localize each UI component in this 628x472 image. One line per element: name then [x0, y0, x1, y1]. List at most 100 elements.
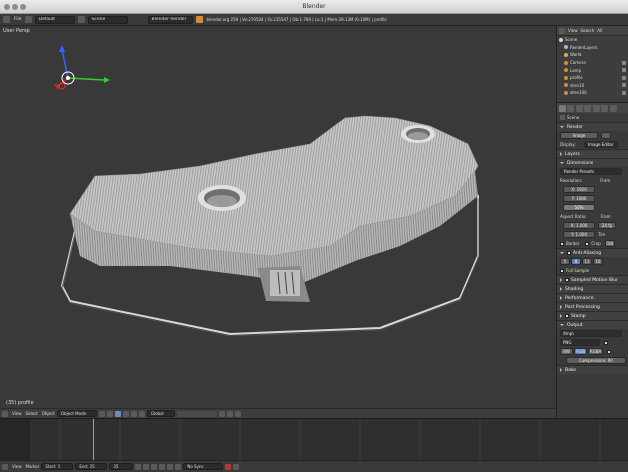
editor-type-icon[interactable] — [2, 410, 8, 417]
aa-samples-5[interactable]: 5 — [560, 258, 570, 265]
render-presets-selector[interactable]: Render Presets — [560, 168, 622, 175]
file-menu[interactable]: File — [14, 17, 22, 22]
render-preview-icon[interactable] — [234, 410, 241, 417]
lock-icon[interactable] — [218, 410, 225, 417]
shading-icon[interactable] — [98, 410, 105, 417]
timeline-view-menu[interactable]: View — [12, 464, 22, 469]
performance-panel-header[interactable]: Performance — [557, 293, 628, 302]
prev-keyframe-icon[interactable] — [143, 463, 150, 470]
select-menu[interactable]: Select — [26, 411, 38, 416]
anti-aliasing-panel-header[interactable]: Anti-Aliasing — [557, 248, 628, 257]
layout-selector[interactable]: Default — [34, 15, 75, 24]
resolution-y-field[interactable]: Y: 1080 — [563, 195, 595, 202]
outliner-item-camera[interactable]: Camera — [557, 59, 628, 67]
visibility-icon[interactable] — [622, 68, 626, 73]
scene-tab-icon[interactable] — [575, 104, 583, 112]
play-reverse-icon[interactable] — [151, 463, 158, 470]
fps-selector[interactable]: 24 fp — [598, 222, 616, 229]
timeline[interactable] — [0, 418, 628, 461]
outliner-item-scene[interactable]: Scene — [557, 36, 628, 44]
object-menu[interactable]: Object — [42, 411, 55, 416]
aa-samples-8[interactable]: 8 — [571, 258, 581, 265]
scene-selector[interactable]: Scene — [87, 15, 128, 24]
manipulator-icon[interactable] — [114, 410, 121, 417]
mode-selector[interactable]: Object Mode — [56, 410, 97, 417]
motion-blur-panel-header[interactable]: Sampled Motion Blur — [557, 275, 628, 284]
visibility-icon[interactable] — [622, 90, 626, 95]
aspect-y-field[interactable]: Y: 1.000 — [563, 231, 595, 238]
render-engine-selector[interactable]: Blender Render — [147, 15, 193, 24]
transform-gizmo[interactable] — [54, 45, 110, 90]
outliner-item-renderlayers[interactable]: RenderLayers — [557, 44, 628, 52]
outliner-item-world[interactable]: World — [557, 51, 628, 59]
pin-icon[interactable] — [560, 115, 565, 120]
layer-buttons-icon[interactable] — [176, 410, 217, 417]
full-sample-checkbox[interactable] — [560, 268, 564, 273]
bake-panel-header[interactable]: Bake — [557, 365, 628, 374]
placeholders-checkbox[interactable] — [607, 349, 611, 354]
file-format-selector[interactable]: PNG — [560, 339, 600, 346]
render-animation-button[interactable] — [601, 132, 611, 139]
orientation-selector[interactable]: Global — [146, 410, 175, 417]
view-menu[interactable]: View — [12, 411, 22, 416]
jump-start-icon[interactable] — [135, 463, 142, 470]
material-tab-icon[interactable] — [609, 104, 617, 112]
current-frame-field[interactable]: 35 — [109, 463, 134, 470]
outliner-item-lamp[interactable]: Lamp — [557, 66, 628, 74]
record-icon[interactable] — [225, 463, 232, 470]
motion-blur-checkbox[interactable] — [565, 278, 569, 282]
next-keyframe-icon[interactable] — [167, 463, 174, 470]
render-panel-header[interactable]: Render — [557, 122, 628, 131]
render-tab-icon[interactable] — [558, 104, 566, 112]
aa-samples-11[interactable]: 11 — [582, 258, 592, 265]
color-rgba-button[interactable]: RGBA — [588, 348, 603, 355]
timeline-editor-icon[interactable] — [2, 463, 8, 470]
layers-panel-header[interactable]: Layers — [557, 149, 628, 158]
world-tab-icon[interactable] — [584, 104, 591, 112]
jump-end-icon[interactable] — [175, 463, 182, 470]
stamp-panel-header[interactable]: Stamp — [557, 311, 628, 320]
output-panel-header[interactable]: Output — [557, 320, 628, 329]
resolution-percentage-field[interactable]: 50% — [563, 204, 595, 211]
snap-icon[interactable] — [226, 410, 233, 417]
crop-checkbox[interactable] — [585, 241, 590, 246]
shading-panel-header[interactable]: Shading — [557, 284, 628, 293]
pivot-icon[interactable] — [106, 410, 113, 417]
overwrite-checkbox[interactable] — [604, 340, 608, 345]
color-bw-button[interactable]: BW — [560, 348, 573, 355]
rotate-icon[interactable] — [130, 410, 137, 417]
border-checkbox[interactable] — [560, 241, 564, 246]
visibility-icon[interactable] — [622, 60, 626, 65]
outliner-view-menu[interactable]: View — [568, 28, 578, 33]
outliner-search-menu[interactable]: Search — [581, 28, 595, 33]
compression-field[interactable]: Compression: 90 — [566, 357, 626, 364]
render-image-button[interactable]: Image — [560, 132, 598, 139]
outliner-item-dren100[interactable]: dren100 — [557, 89, 628, 97]
output-path-field[interactable]: /tmp\ — [560, 330, 622, 337]
aspect-x-field[interactable]: X: 1.000 — [563, 222, 595, 229]
anti-aliasing-checkbox[interactable] — [567, 251, 571, 255]
layers-tab-icon[interactable] — [567, 104, 574, 112]
aa-samples-16[interactable]: 16 — [593, 258, 603, 265]
3d-viewport[interactable]: User Persp (35) profile — [0, 26, 556, 408]
object-tab-icon[interactable] — [592, 104, 600, 112]
start-frame-field[interactable]: Start: 1 — [41, 463, 74, 470]
end-frame-field[interactable]: End: 35 — [75, 463, 108, 470]
color-rgb-button[interactable]: RGB — [574, 348, 587, 355]
stamp-checkbox[interactable] — [565, 314, 569, 318]
marker-menu[interactable]: Marker — [26, 464, 40, 469]
outliner-all-menu[interactable]: All — [597, 28, 602, 33]
scale-icon[interactable] — [138, 410, 145, 417]
translate-icon[interactable] — [122, 410, 129, 417]
outliner-editor-icon[interactable] — [559, 27, 565, 34]
dimensions-panel-header[interactable]: Dimensions — [557, 158, 628, 167]
outliner-item-dren10[interactable]: dren10 — [557, 82, 628, 90]
old-selector[interactable]: Old — [604, 240, 615, 247]
post-processing-panel-header[interactable]: Post Processing — [557, 302, 628, 311]
info-editor-icon[interactable] — [3, 16, 10, 23]
current-frame-marker[interactable] — [93, 419, 94, 461]
resolution-x-field[interactable]: X: 1920 — [563, 186, 595, 193]
display-selector[interactable]: Image Editor — [583, 141, 618, 148]
visibility-icon[interactable] — [622, 75, 626, 80]
modifiers-tab-icon[interactable] — [601, 104, 608, 112]
